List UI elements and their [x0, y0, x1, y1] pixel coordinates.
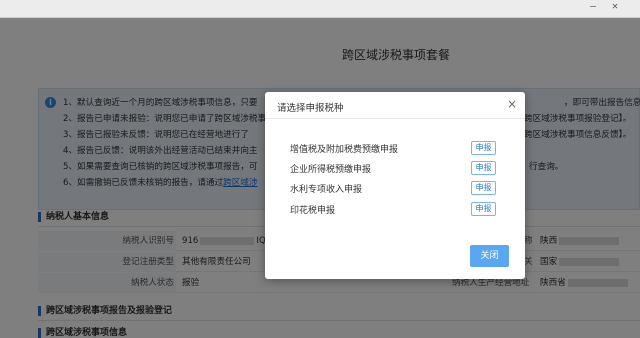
report-button[interactable]: 申报 — [471, 161, 496, 175]
tax-type-name: 印花税申报 — [290, 206, 336, 216]
tax-type-name: 企业所得税预缴申报 — [290, 165, 372, 175]
tax-type-row: 企业所得税预缴申报 申报 — [290, 161, 496, 176]
tax-type-row: 水利专项收入申报 申报 — [290, 181, 496, 196]
close-icon[interactable]: ✕ — [606, 0, 624, 14]
dialog-title: 请选择申报税种 — [277, 103, 344, 114]
tax-type-row: 印花税申报 申报 — [290, 202, 496, 217]
tax-type-name: 水利专项收入申报 — [290, 185, 363, 195]
tax-type-row: 增值税及附加税费预缴申报 申报 — [290, 141, 496, 156]
browser-toolbar: — ✕ — [0, 0, 640, 18]
minimize-icon[interactable]: — — [584, 0, 602, 14]
tax-type-name: 增值税及附加税费预缴申报 — [290, 145, 399, 155]
close-icon[interactable]: × — [507, 97, 517, 111]
divider — [265, 118, 525, 119]
report-button[interactable]: 申报 — [471, 181, 496, 195]
report-button[interactable]: 申报 — [471, 202, 496, 216]
close-dialog-button[interactable]: 关闭 — [470, 245, 509, 267]
tax-type-dialog: 请选择申报税种 × 增值税及附加税费预缴申报 申报 企业所得税预缴申报 申报 水… — [265, 92, 525, 279]
report-button[interactable]: 申报 — [471, 141, 496, 155]
